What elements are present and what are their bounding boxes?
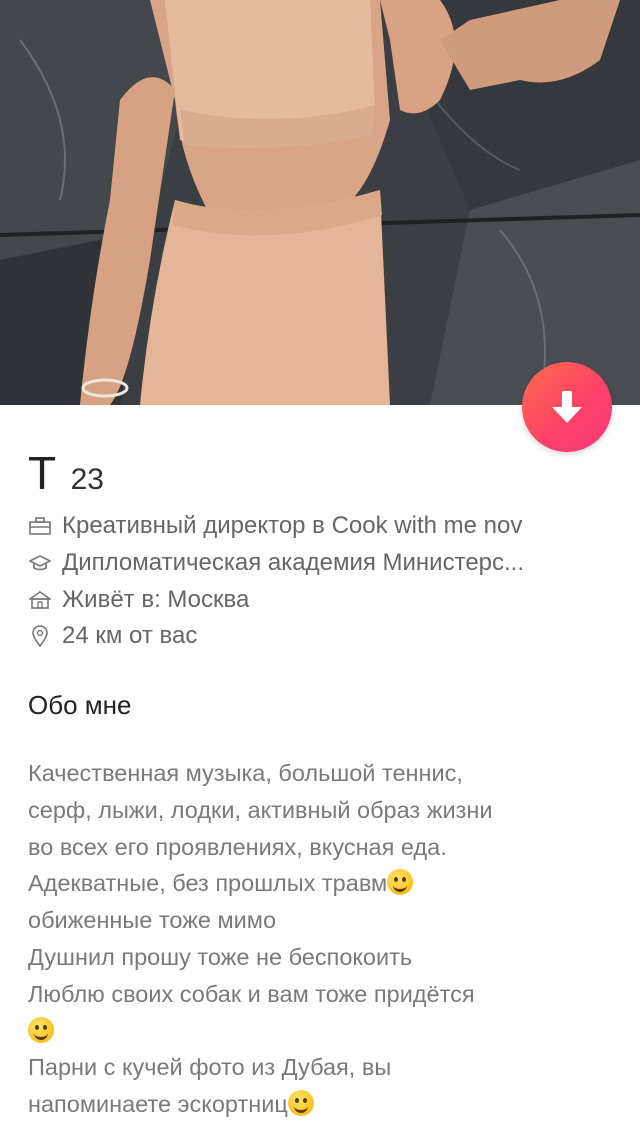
- school-row: Дипломатическая академия Министерс...: [28, 549, 628, 577]
- briefcase-icon: [28, 515, 52, 537]
- graduation-cap-icon: [28, 552, 52, 574]
- about-line: Качественная музыка, большой теннис,: [28, 760, 463, 786]
- house-icon: [28, 589, 52, 611]
- laughing-emoji-icon: [387, 869, 414, 896]
- distance-text: 24 км от вас: [62, 622, 198, 649]
- collapse-profile-button[interactable]: [522, 362, 612, 452]
- smiley-emoji-icon: [28, 1016, 54, 1043]
- distance-row: 24 км от вас: [28, 622, 628, 650]
- profile-name: T: [28, 447, 57, 499]
- job-text: Креативный директор в Cook with me nov: [62, 512, 523, 539]
- lives-row: Живёт в: Москва: [28, 586, 628, 614]
- arrow-down-icon: [552, 391, 582, 423]
- lives-text: Живёт в: Москва: [62, 586, 250, 613]
- smiley-emoji-icon: [287, 1090, 314, 1117]
- profile-age: 23: [70, 463, 104, 496]
- job-row: Креативный директор в Cook with me nov: [28, 512, 628, 540]
- about-title: Обо мне: [28, 690, 132, 720]
- school-text: Дипломатическая академия Министерс...: [62, 549, 525, 576]
- about-line: во всех его проявлениях, вкусная еда.: [28, 833, 447, 860]
- about-line: Парни с кучей фото из Дубая, вы: [28, 1054, 392, 1081]
- about-line: Люблю своих собак и вам тоже придётся: [28, 980, 475, 1007]
- about-line: серф, лыжи, лодки, активный образ жизни: [28, 796, 493, 823]
- name-age-row: T 23: [28, 446, 104, 500]
- location-pin-icon: [28, 625, 52, 647]
- about-line: напоминаете эскортниц: [28, 1091, 288, 1118]
- about-text: Качественная музыка, большой теннис, сер…: [28, 755, 608, 1123]
- about-line: обиженные тоже мимо: [28, 907, 277, 934]
- about-line: Душнил прошу тоже не беспокоить: [28, 943, 413, 970]
- profile-photo[interactable]: [0, 0, 640, 405]
- about-line: Адекватные, без прошлых травм: [28, 870, 388, 897]
